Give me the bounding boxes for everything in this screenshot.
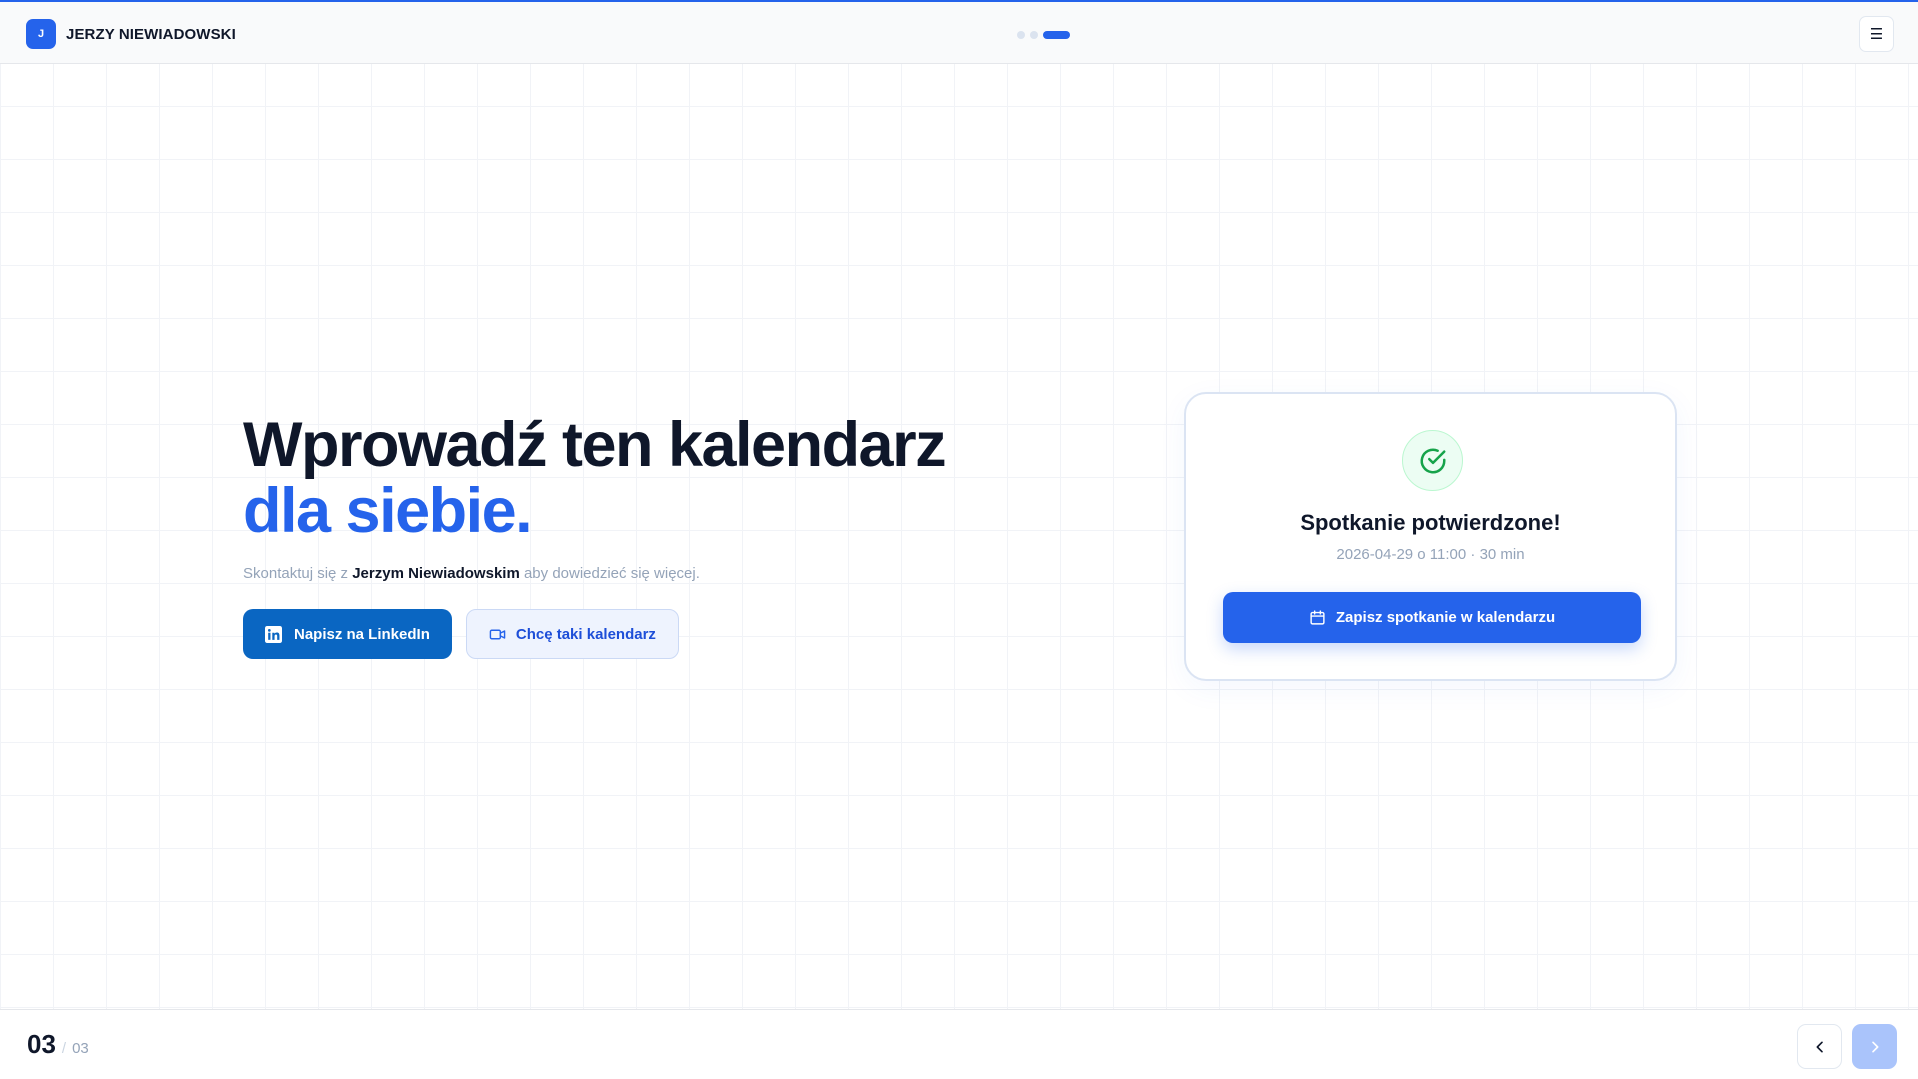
linkedin-icon: [265, 625, 282, 643]
confirmation-title: Spotkanie potwierdzone!: [1300, 510, 1561, 535]
next-button[interactable]: [1852, 1024, 1897, 1069]
confirmation-card: Spotkanie potwierdzone! 2026-04-29 o 11:…: [1184, 392, 1677, 681]
save-to-calendar-label: Zapisz spotkanie w kalendarzu: [1335, 609, 1556, 626]
menu-button[interactable]: ☰: [1859, 16, 1894, 52]
check-circle-icon: [1420, 448, 1445, 473]
bottom-bar: 03 / 03: [0, 1009, 1918, 1079]
save-to-calendar-button[interactable]: Zapisz spotkanie w kalendarzu: [1223, 592, 1641, 643]
meeting-datetime: 2026-04-29 o 11:00 · 30 min: [1336, 546, 1525, 563]
page-current: 03: [27, 1029, 56, 1059]
hero-title-line1: Wprowadź ten kalendarz: [243, 410, 947, 480]
hero-subtitle-name: Jerzym Niewiadowskim: [352, 565, 520, 582]
step-dot-3-active: [1043, 31, 1070, 39]
want-calendar-button[interactable]: Chcę taki kalendarz: [465, 609, 679, 659]
hero-section: Wprowadź ten kalendarz dla siebie. Skont…: [243, 412, 1043, 659]
page-separator: /: [61, 1040, 67, 1057]
linkedin-button[interactable]: Napisz na LinkedIn: [243, 609, 452, 659]
success-badge: [1402, 430, 1463, 491]
hero-subtitle-after: aby dowiedzieć się więcej.: [519, 565, 700, 582]
step-progress-indicator: [1017, 31, 1070, 39]
step-dot-1: [1017, 31, 1025, 39]
video-camera-icon: [489, 629, 506, 639]
chevron-left-icon: [1816, 1041, 1823, 1052]
hero-title-line2: dla siebie.: [243, 476, 533, 546]
brand-name: JERZY NIEWIADOWSKI: [66, 25, 236, 43]
want-calendar-button-label: Chcę taki kalendarz: [515, 625, 656, 643]
hero-title: Wprowadź ten kalendarz dla siebie.: [243, 412, 1043, 544]
top-bar: J JERZY NIEWIADOWSKI ☰: [0, 2, 1918, 64]
previous-button[interactable]: [1797, 1024, 1842, 1069]
page-counter: 03 / 03: [27, 1029, 89, 1060]
cta-row: Napisz na LinkedIn Chcę taki kalendarz: [243, 609, 1043, 659]
brand-avatar: J: [26, 19, 56, 49]
calendar-icon: [1310, 610, 1325, 625]
page-total: 03: [72, 1040, 89, 1057]
chevron-right-icon: [1871, 1041, 1878, 1052]
brand[interactable]: J JERZY NIEWIADOWSKI: [26, 19, 236, 49]
hero-subtitle-before: Skontaktuj się z: [243, 565, 353, 582]
hero-subtitle: Skontaktuj się z Jerzym Niewiadowskim ab…: [243, 565, 1043, 582]
step-dot-2: [1030, 31, 1038, 39]
linkedin-button-label: Napisz na LinkedIn: [294, 625, 430, 643]
menu-icon: ☰: [1869, 26, 1884, 43]
